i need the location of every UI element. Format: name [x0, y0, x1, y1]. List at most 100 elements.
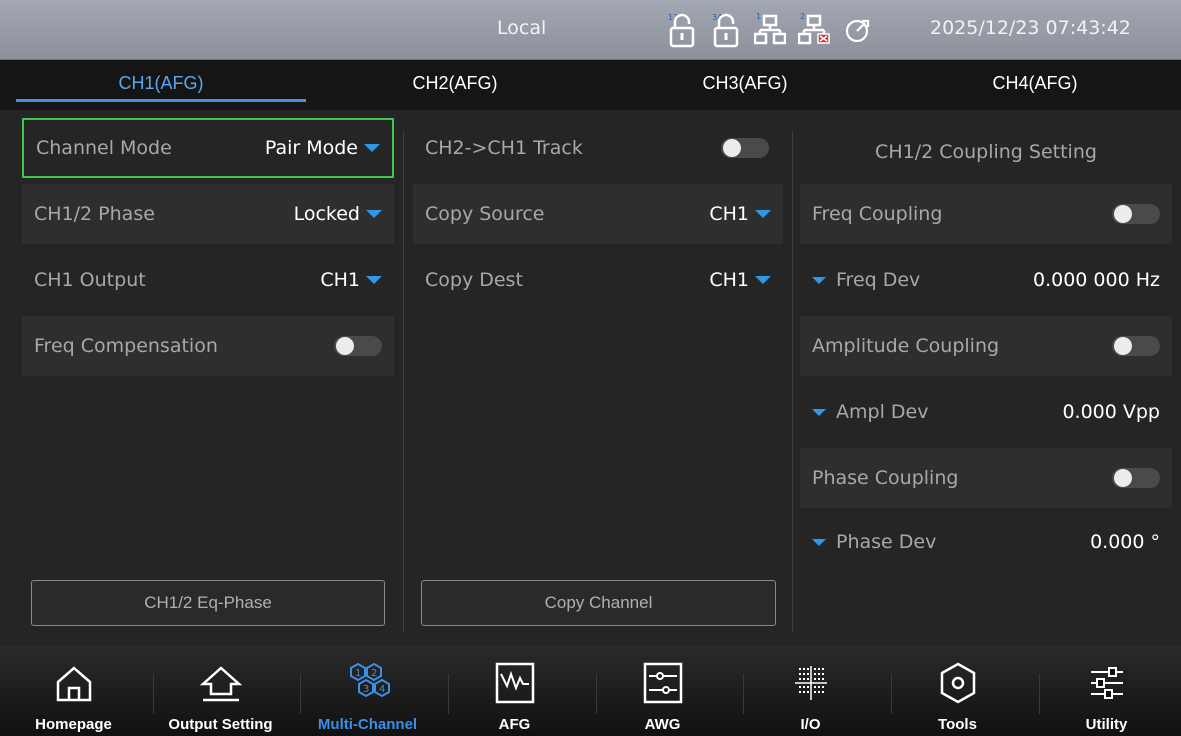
chevron-down-icon — [366, 276, 382, 284]
channel-mode-value: Pair Mode — [264, 137, 358, 159]
phase-dev-label: Phase Dev — [836, 531, 937, 553]
left-column: Channel Mode Pair Mode CH1/2 Phase Locke… — [22, 110, 394, 646]
track-toggle[interactable] — [721, 138, 769, 158]
channel-tabs: CH1(AFG) CH2(AFG) CH3(AFG) CH4(AFG) — [0, 60, 1181, 110]
copy-dest-label: Copy Dest — [425, 269, 523, 291]
column-divider — [403, 132, 404, 632]
status-bar: Local 12 34 1 2 2025/12/23 07:43:42 — [0, 0, 1181, 60]
tab-ch1[interactable]: CH1(AFG) — [16, 60, 306, 110]
ch12-phase-value: Locked — [293, 203, 360, 225]
ch12-phase-label: CH1/2 Phase — [34, 203, 155, 225]
phase-coupling-label: Phase Coupling — [812, 467, 959, 489]
network-2-disconnected-icon: 2 — [797, 10, 830, 48]
nav-homepage[interactable]: Homepage — [0, 646, 147, 736]
channel-mode-label: Channel Mode — [36, 137, 172, 159]
track-label: CH2->CH1 Track — [425, 137, 583, 159]
status-icons: 12 34 1 2 — [666, 10, 874, 48]
afg-waveform-icon — [493, 660, 537, 706]
track-row: CH2->CH1 Track — [413, 118, 783, 178]
svg-text:1: 1 — [355, 668, 361, 679]
copy-dest-value: CH1 — [709, 269, 749, 291]
lock-12-icon: 12 — [666, 10, 698, 48]
copy-source-row[interactable]: Copy Source CH1 — [413, 184, 783, 244]
ch12-phase-dropdown[interactable]: Locked — [294, 203, 382, 225]
tab-ch3[interactable]: CH3(AFG) — [600, 60, 890, 110]
phase-dev-expander[interactable]: Phase Dev — [812, 531, 936, 553]
nav-afg-label: AFG — [498, 716, 531, 733]
nav-multi-channel[interactable]: 1 2 3 4 Multi-Channel — [294, 646, 441, 736]
toggle-knob — [1114, 205, 1132, 223]
middle-column: CH2->CH1 Track Copy Source CH1 Copy Dest… — [413, 110, 783, 646]
channel-mode-dropdown[interactable]: Pair Mode — [265, 137, 380, 159]
utility-sliders-icon — [1085, 660, 1129, 706]
chevron-down-icon — [812, 408, 826, 416]
phase-dev-value[interactable]: 0.000 ° — [1090, 531, 1160, 553]
copy-dest-row[interactable]: Copy Dest CH1 — [413, 250, 783, 310]
amplitude-coupling-row: Amplitude Coupling — [800, 316, 1172, 376]
ch1-output-value: CH1 — [320, 269, 360, 291]
nav-tools[interactable]: Tools — [884, 646, 1031, 736]
freq-coupling-toggle[interactable] — [1112, 204, 1160, 224]
nav-awg[interactable]: AWG — [589, 646, 736, 736]
toggle-knob — [1114, 337, 1132, 355]
ampl-dev-value[interactable]: 0.000 Vpp — [1062, 401, 1160, 423]
nav-utility-label: Utility — [1085, 716, 1128, 733]
lock-34-icon: 34 — [710, 10, 742, 48]
amplitude-coupling-toggle[interactable] — [1112, 336, 1160, 356]
tab-ch4[interactable]: CH4(AFG) — [890, 60, 1180, 110]
svg-text:1: 1 — [756, 12, 761, 21]
chevron-down-icon — [755, 210, 771, 218]
coupling-heading: CH1/2 Coupling Setting — [875, 141, 1097, 163]
eq-phase-button[interactable]: CH1/2 Eq-Phase — [31, 580, 385, 626]
channel-mode-row[interactable]: Channel Mode Pair Mode — [22, 118, 394, 178]
clock-icon — [842, 10, 874, 48]
freq-compensation-toggle[interactable] — [334, 336, 382, 356]
toggle-knob — [723, 139, 741, 157]
bottom-navigation: Homepage Output Setting 1 2 3 4 Multi-Ch… — [0, 646, 1181, 736]
copy-source-label: Copy Source — [425, 203, 545, 225]
ch1-output-label: CH1 Output — [34, 269, 146, 291]
nav-utility[interactable]: Utility — [1032, 646, 1181, 736]
nav-output-setting[interactable]: Output Setting — [147, 646, 294, 736]
nav-io[interactable]: I/O — [737, 646, 884, 736]
chevron-down-icon — [812, 276, 826, 284]
coupling-panel: Channel Mode Pair Mode CH1/2 Phase Locke… — [0, 110, 1181, 646]
chevron-down-icon — [755, 276, 771, 284]
freq-coupling-label: Freq Coupling — [812, 203, 943, 225]
tab-ch2[interactable]: CH2(AFG) — [310, 60, 600, 110]
freq-dev-value[interactable]: 0.000 000 Hz — [1033, 269, 1160, 291]
ch12-phase-row[interactable]: CH1/2 Phase Locked — [22, 184, 394, 244]
ch1-output-dropdown[interactable]: CH1 — [320, 269, 382, 291]
ampl-dev-expander[interactable]: Ampl Dev — [812, 401, 928, 423]
column-divider — [792, 132, 793, 632]
io-grid-icon — [789, 660, 833, 706]
active-tab-indicator — [16, 99, 306, 102]
chevron-down-icon — [366, 210, 382, 218]
amplitude-coupling-label: Amplitude Coupling — [812, 335, 1000, 357]
nav-output-setting-label: Output Setting — [168, 716, 273, 733]
phase-coupling-row: Phase Coupling — [800, 448, 1172, 508]
nav-afg[interactable]: AFG — [441, 646, 588, 736]
multi-channel-icon: 1 2 3 4 — [346, 660, 390, 706]
nav-homepage-label: Homepage — [35, 716, 112, 733]
copy-channel-button[interactable]: Copy Channel — [421, 580, 776, 626]
toggle-knob — [336, 337, 354, 355]
svg-text:2: 2 — [800, 12, 805, 21]
output-setting-icon — [199, 660, 243, 706]
right-column: CH1/2 Coupling Setting Freq Coupling Fre… — [800, 110, 1172, 646]
freq-dev-expander[interactable]: Freq Dev — [812, 269, 920, 291]
nav-tools-label: Tools — [938, 716, 977, 733]
ampl-dev-row[interactable]: Ampl Dev 0.000 Vpp — [800, 382, 1172, 442]
copy-dest-dropdown[interactable]: CH1 — [709, 269, 771, 291]
phase-coupling-toggle[interactable] — [1112, 468, 1160, 488]
ch1-output-row[interactable]: CH1 Output CH1 — [22, 250, 394, 310]
nav-multi-channel-label: Multi-Channel — [317, 716, 418, 733]
svg-text:3: 3 — [363, 684, 369, 695]
svg-text:4: 4 — [379, 684, 385, 695]
phase-dev-row[interactable]: Phase Dev 0.000 ° — [800, 512, 1172, 572]
freq-dev-row[interactable]: Freq Dev 0.000 000 Hz — [800, 250, 1172, 310]
copy-source-value: CH1 — [709, 203, 749, 225]
freq-dev-label: Freq Dev — [836, 269, 921, 291]
copy-source-dropdown[interactable]: CH1 — [709, 203, 771, 225]
home-icon — [52, 660, 96, 706]
